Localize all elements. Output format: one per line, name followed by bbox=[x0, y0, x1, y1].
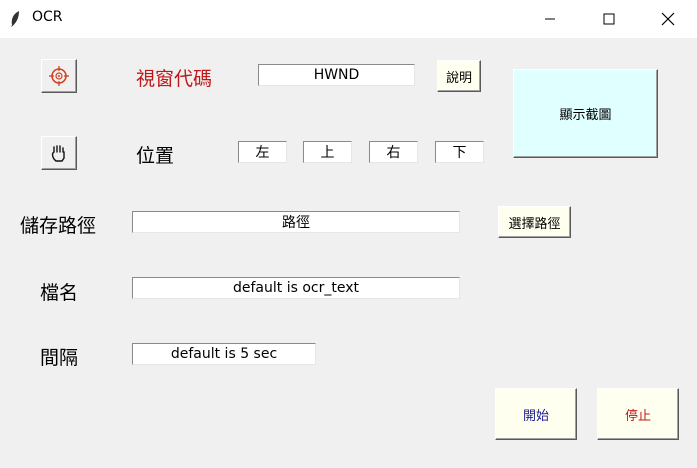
show-screenshot-button[interactable]: 顯示截圖 bbox=[513, 69, 658, 158]
help-button[interactable]: 說明 bbox=[437, 60, 481, 92]
save-path-label: 儲存路徑 bbox=[20, 215, 97, 237]
bottom-input[interactable]: 下 bbox=[435, 141, 484, 163]
hand-grab-icon bbox=[51, 145, 65, 162]
crosshair-icon bbox=[49, 66, 69, 86]
hwnd-label: 視窗代碼 bbox=[136, 68, 213, 90]
filename-input[interactable]: default is ocr_text bbox=[132, 277, 460, 299]
filename-label: 檔名 bbox=[40, 282, 79, 304]
position-label: 位置 bbox=[136, 145, 175, 167]
interval-input[interactable]: default is 5 sec bbox=[132, 343, 316, 365]
choose-path-button[interactable]: 選擇路徑 bbox=[498, 206, 571, 238]
window-title: OCR bbox=[32, 9, 63, 25]
hwnd-input[interactable]: HWND bbox=[258, 64, 415, 86]
left-input[interactable]: 左 bbox=[238, 141, 287, 163]
minimize-button[interactable] bbox=[527, 0, 573, 38]
feather-icon bbox=[8, 10, 22, 32]
maximize-button[interactable] bbox=[586, 0, 632, 38]
pick-window-button[interactable] bbox=[41, 59, 77, 93]
title-bar: OCR bbox=[0, 0, 697, 38]
save-path-input[interactable]: 路徑 bbox=[132, 211, 460, 233]
start-button[interactable]: 開始 bbox=[495, 388, 577, 440]
top-input[interactable]: 上 bbox=[303, 141, 352, 163]
close-icon bbox=[661, 12, 675, 26]
right-input[interactable]: 右 bbox=[369, 141, 418, 163]
pick-region-button[interactable] bbox=[41, 136, 77, 170]
maximize-icon bbox=[603, 13, 615, 25]
close-button[interactable] bbox=[645, 0, 691, 38]
minimize-icon bbox=[545, 18, 555, 20]
stop-button[interactable]: 停止 bbox=[597, 388, 679, 440]
interval-label: 間隔 bbox=[40, 347, 79, 369]
